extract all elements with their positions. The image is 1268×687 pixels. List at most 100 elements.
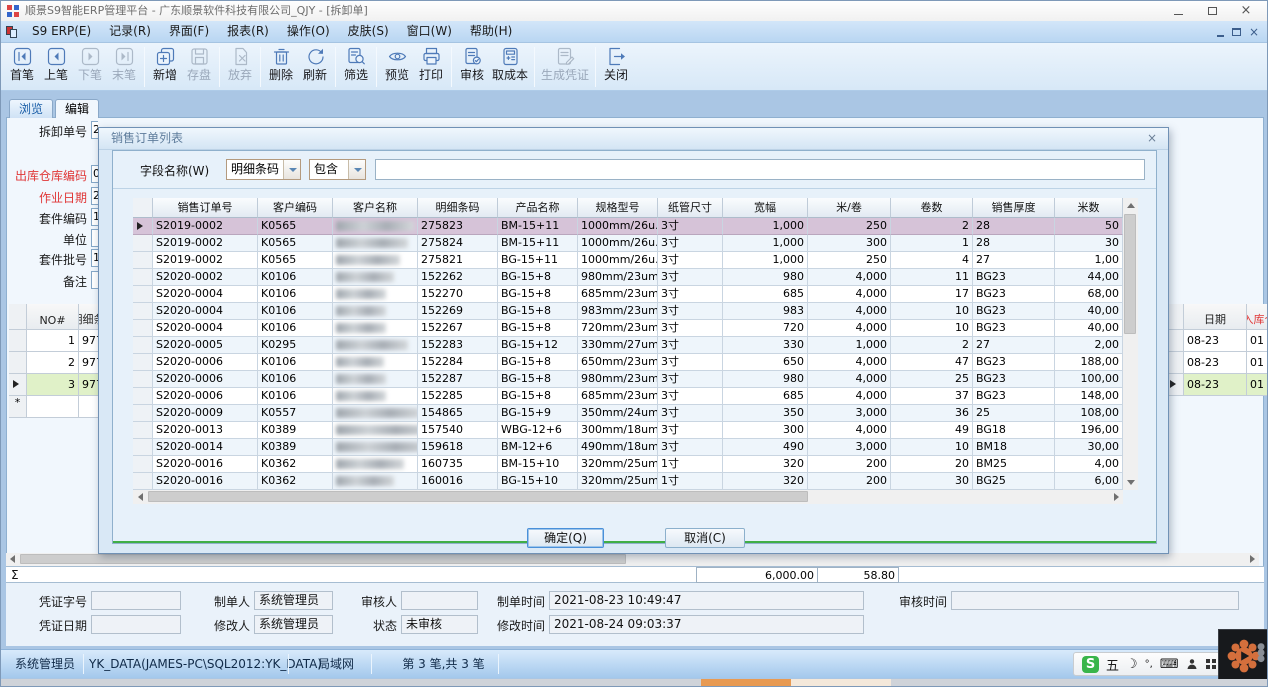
grid-cell[interactable]: K0389 [258, 422, 333, 439]
grid-cell[interactable]: K0106 [258, 388, 333, 405]
grid-cell[interactable] [333, 354, 418, 371]
grid-cell[interactable]: 250 [808, 252, 891, 269]
scroll-right-icon[interactable] [1109, 490, 1123, 504]
grid-cell[interactable]: 3寸 [658, 354, 723, 371]
nav-first-button[interactable]: 首笔 [5, 46, 39, 89]
grid-cell[interactable]: 36 [891, 405, 973, 422]
grid-cell[interactable]: 4,000 [808, 354, 891, 371]
moon-fullhalf-icon[interactable]: ☽ [1126, 657, 1138, 672]
column-header-4[interactable]: 产品名称 [498, 198, 578, 218]
grid-cell[interactable]: 25 [891, 371, 973, 388]
grid-cell[interactable]: 3寸 [658, 286, 723, 303]
grid-cell[interactable]: 152270 [418, 286, 498, 303]
grid-cell[interactable]: 1 [891, 235, 973, 252]
column-header-1[interactable]: 客户编码 [258, 198, 333, 218]
grid-cell[interactable]: 1,000 [808, 337, 891, 354]
grid-cell[interactable]: BM-15+10 [498, 456, 578, 473]
grid-cell[interactable]: 490 [723, 439, 808, 456]
grid-cell[interactable]: S2020-0016 [153, 473, 258, 490]
grid-cell[interactable]: 152287 [418, 371, 498, 388]
grid-cell[interactable]: 685mm/23um... [578, 286, 658, 303]
grid-cell[interactable]: 108,00 [1055, 405, 1123, 422]
grid-cell[interactable]: 11 [891, 269, 973, 286]
grid-cell[interactable]: S2020-0006 [153, 371, 258, 388]
grid-cell[interactable]: 27 [973, 337, 1055, 354]
grid-cell[interactable] [333, 456, 418, 473]
grid-cell[interactable]: K0362 [258, 456, 333, 473]
grid-cell[interactable] [333, 269, 418, 286]
minimize-button[interactable] [1161, 1, 1195, 21]
grid-cell[interactable]: BG23 [973, 371, 1055, 388]
form-input-fragment[interactable]: 1 [91, 249, 98, 267]
scroll-up-icon[interactable] [1123, 198, 1138, 213]
grid-cell[interactable]: 3寸 [658, 422, 723, 439]
grid-cell[interactable]: BM-15+11 [498, 218, 578, 235]
grid-cell[interactable]: 720mm/23um... [578, 320, 658, 337]
grid-cell[interactable] [27, 396, 79, 418]
row-marker[interactable] [133, 473, 153, 490]
grid-cell[interactable] [333, 337, 418, 354]
grid-cell[interactable]: BM25 [973, 456, 1055, 473]
form-input-fragment[interactable] [91, 271, 98, 289]
grid-cell[interactable]: 1000mm/26u... [578, 235, 658, 252]
grid-cell[interactable]: K0565 [258, 235, 333, 252]
column-header-6[interactable]: 纸管尺寸 [658, 198, 723, 218]
grid-cell[interactable]: 40,00 [1055, 320, 1123, 337]
delete-button[interactable]: 删除 [264, 46, 298, 89]
close-button[interactable]: × [1229, 1, 1263, 21]
grid-cell[interactable]: 330 [723, 337, 808, 354]
table-row[interactable]: S2020-0016K0362160016BG-15+10320mm/25um.… [133, 473, 1123, 490]
grid-cell[interactable]: 27 [973, 252, 1055, 269]
grid-cell[interactable]: 490mm/18um... [578, 439, 658, 456]
menu-item-6[interactable]: 窗口(W) [398, 21, 461, 43]
ok-button[interactable]: 确定(Q) [527, 528, 604, 548]
grid-cell[interactable] [333, 473, 418, 490]
grid-cell[interactable]: 1寸 [658, 473, 723, 490]
row-marker[interactable] [133, 235, 153, 252]
column-header[interactable]: 日期 [1184, 304, 1247, 330]
grid-cell[interactable]: 1,000 [723, 218, 808, 235]
grid-cell[interactable]: 25 [973, 405, 1055, 422]
grid-cell[interactable]: 983 [723, 303, 808, 320]
menu-item-1[interactable]: 记录(R) [100, 21, 160, 43]
sogou-ime-icon[interactable]: S [1082, 656, 1099, 673]
taskbar-item[interactable] [791, 679, 891, 687]
maximize-button[interactable] [1195, 1, 1229, 21]
grid-hscrollbar[interactable] [133, 490, 1123, 504]
grid-cell[interactable]: BG-15+8 [498, 286, 578, 303]
grid-cell[interactable]: 30 [1055, 235, 1123, 252]
main-hscroll-thumb[interactable] [20, 554, 626, 564]
footer-field-制单时间[interactable]: 2021-08-23 10:49:47 [549, 591, 864, 610]
grid-cell[interactable]: K0389 [258, 439, 333, 456]
row-marker[interactable] [133, 439, 153, 456]
grid-cell[interactable]: 300 [723, 422, 808, 439]
row-marker[interactable] [133, 388, 153, 405]
grid-cell[interactable]: BG-15+8 [498, 269, 578, 286]
grid-cell[interactable]: 320 [723, 456, 808, 473]
user-dict-icon[interactable] [1186, 658, 1198, 670]
footer-field-修改人[interactable]: 系统管理员 [254, 615, 333, 634]
table-row[interactable]: S2020-0004K0106152267BG-15+8720mm/23um..… [133, 320, 1123, 337]
footer-field-凭证日期[interactable] [91, 615, 181, 634]
grid-cell[interactable]: 10 [891, 303, 973, 320]
column-header[interactable]: 入库仓库 [1247, 304, 1268, 330]
grid-cell[interactable]: 100,00 [1055, 371, 1123, 388]
column-header-7[interactable]: 宽幅 [723, 198, 808, 218]
grid-cell[interactable]: 159618 [418, 439, 498, 456]
grid-cell[interactable]: 152262 [418, 269, 498, 286]
filter-value-input[interactable] [375, 159, 1145, 180]
row-marker[interactable] [9, 374, 27, 396]
grid-cell[interactable]: 350 [723, 405, 808, 422]
close-exit-button[interactable]: 关闭 [599, 46, 633, 89]
grid-cell[interactable]: 2 [891, 218, 973, 235]
grid-cell[interactable]: 4 [891, 252, 973, 269]
grid-cell[interactable]: 3寸 [658, 320, 723, 337]
grid-cell[interactable]: K0106 [258, 371, 333, 388]
wubi-mode-icon[interactable]: 五 [1106, 655, 1119, 674]
grid-cell[interactable]: BG23 [973, 388, 1055, 405]
footer-field-状态[interactable]: 未审核 [401, 615, 478, 634]
menu-item-3[interactable]: 报表(R) [218, 21, 278, 43]
grid-cell[interactable]: K0106 [258, 303, 333, 320]
grid-cell[interactable]: 200 [808, 456, 891, 473]
grid-cell[interactable]: 10 [891, 439, 973, 456]
